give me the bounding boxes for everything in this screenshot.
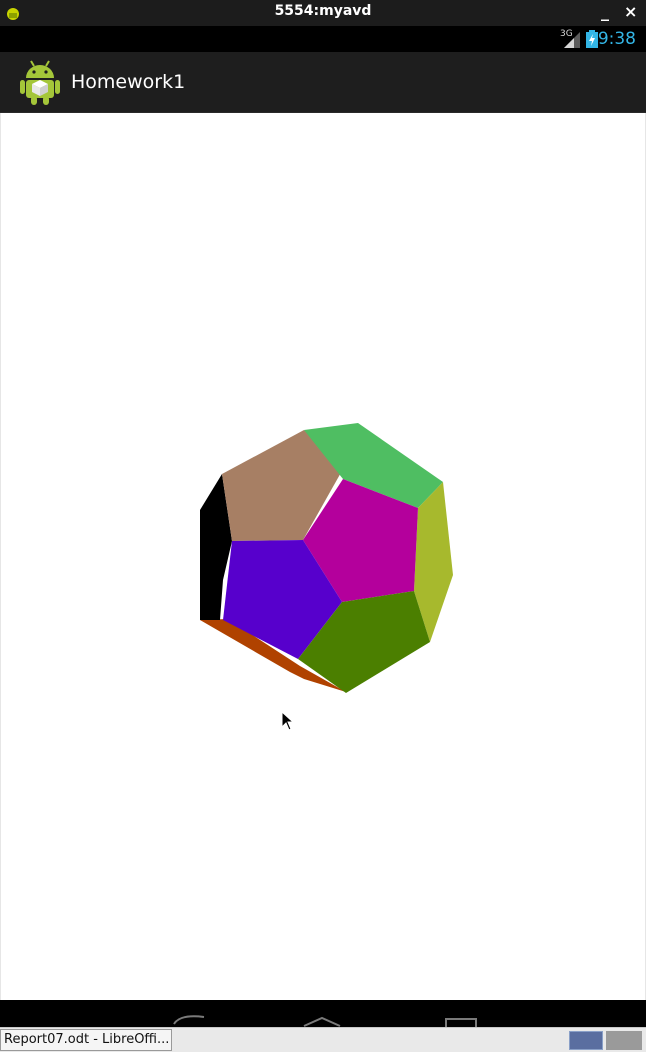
mouse-cursor-icon xyxy=(281,711,295,731)
tray-network-icon[interactable] xyxy=(569,1031,603,1050)
gl-surface[interactable] xyxy=(0,113,646,1000)
action-bar: Homework1 xyxy=(0,52,646,113)
taskbar-window-button[interactable]: Report07.odt - LibreOffi... xyxy=(0,1029,172,1051)
minimize-button[interactable]: _ xyxy=(601,2,609,21)
dodecahedron xyxy=(200,423,453,693)
desktop-taskbar: Report07.odt - LibreOffi... xyxy=(0,1027,646,1052)
android-status-bar: 3G 9:38 xyxy=(0,26,646,52)
close-button[interactable]: × xyxy=(624,2,637,21)
emulator-title-bar: 5554:myavd _ × xyxy=(0,0,646,26)
window-title: 5554:myavd xyxy=(274,3,372,19)
home-icon[interactable] xyxy=(302,1014,342,1027)
recent-apps-icon[interactable] xyxy=(440,1014,480,1027)
status-clock: 9:38 xyxy=(597,29,636,49)
back-icon[interactable] xyxy=(170,1014,210,1027)
android-nav-bar xyxy=(0,1000,646,1027)
app-logo-icon[interactable] xyxy=(18,58,62,106)
app-title: Homework1 xyxy=(71,71,186,93)
signal-icon xyxy=(564,32,580,48)
battery-icon xyxy=(586,30,598,48)
tray-indicator-icon[interactable] xyxy=(606,1031,642,1050)
